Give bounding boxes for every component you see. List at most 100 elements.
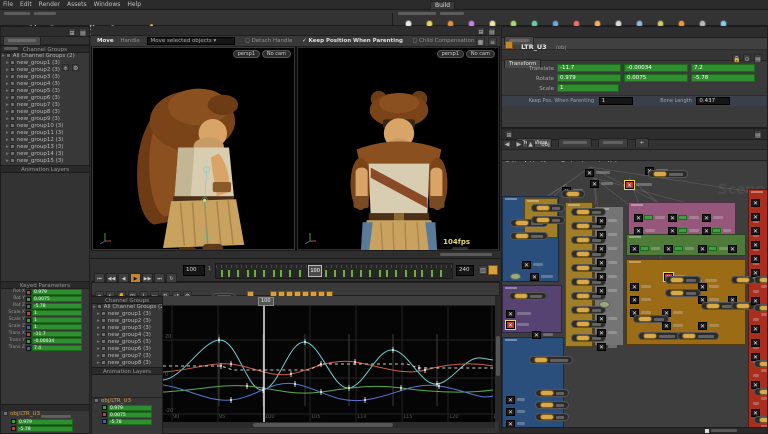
keyframe-tick[interactable]	[334, 270, 336, 277]
channel-row[interactable]: 0.979	[1, 418, 89, 425]
gear-icon[interactable]: ⚙	[72, 64, 79, 72]
no-cam-pill[interactable]: No cam	[261, 50, 291, 58]
network-node[interactable]: ✕	[505, 314, 529, 333]
pin-icon[interactable]: ⊙	[743, 54, 751, 63]
network-node[interactable]: ✕	[590, 173, 613, 192]
tree-item[interactable]: ▸ new_group1 (3)	[92, 311, 162, 318]
keyframe-tick[interactable]	[279, 270, 282, 277]
tree-item[interactable]: ▸ new_group9 (3)	[1, 116, 89, 123]
menu-file[interactable]: File	[3, 1, 13, 8]
keyframe-tick[interactable]	[289, 270, 292, 277]
tab-add[interactable]: +	[634, 138, 650, 147]
network-path[interactable]: obj	[541, 142, 549, 148]
keyframe-tick[interactable]	[440, 270, 443, 277]
tree-item[interactable]: ▸ new_group2 (3)	[92, 318, 162, 325]
network-node[interactable]: ✕	[597, 336, 617, 355]
network-node[interactable]: ✕	[668, 220, 699, 239]
menu-render[interactable]: Render	[39, 1, 60, 8]
tree-item[interactable]: ▸ new_group5 (3)	[92, 339, 162, 346]
keyframe-tick[interactable]	[350, 270, 353, 277]
tree-item[interactable]: ▸ new_group5 (3)	[1, 88, 89, 95]
keyframe-tick[interactable]	[263, 270, 266, 277]
network-node[interactable]	[665, 276, 701, 284]
network-node[interactable]	[510, 232, 548, 240]
keyframe-tick[interactable]	[404, 270, 407, 277]
network-node[interactable]: ✕	[530, 266, 553, 285]
pane-menu-icon[interactable]: ▤	[488, 27, 496, 36]
graph-area[interactable]: 9095100105110115120125200-20	[163, 306, 495, 422]
menu-edit[interactable]: Edit	[20, 1, 32, 8]
network-node[interactable]	[677, 332, 719, 340]
keyframe-tick[interactable]	[246, 270, 249, 277]
keyframe-tick[interactable]	[369, 270, 372, 277]
graph-hscroll[interactable]	[163, 422, 495, 428]
channel-row[interactable]: -5.78	[1, 425, 89, 432]
tree-item[interactable]: ▸ new_group10 (3)	[1, 123, 89, 130]
keyframe-tick[interactable]	[378, 270, 381, 277]
tree-item[interactable]: ▸ new_group8 (3)	[92, 360, 162, 367]
param-field[interactable]: -11.7	[557, 64, 621, 72]
menu-help[interactable]: Help	[127, 1, 141, 8]
param-field[interactable]: 1	[557, 84, 619, 92]
network-node[interactable]: ✕	[698, 238, 728, 257]
tree-item[interactable]: ▸ new_group4 (3)	[1, 81, 89, 88]
network-node[interactable]	[638, 332, 680, 340]
channel-row[interactable]: Trans X -11.7	[1, 331, 89, 338]
keyframe-tick[interactable]	[227, 270, 230, 277]
tree-item[interactable]: ▸ new_group14 (3)	[1, 151, 89, 158]
pane-menu-icon[interactable]: ▤	[754, 54, 762, 63]
toolbar-options-icon[interactable]: ▦	[476, 37, 485, 46]
tree-item[interactable]: ▸ new_group11 (3)	[1, 130, 89, 137]
pane-menu-icon[interactable]: ▤	[79, 28, 87, 37]
channel-value-field[interactable]: -0.00034	[32, 338, 82, 344]
tree-item[interactable]: ▸ new_group13 (3)	[1, 144, 89, 151]
network-node[interactable]: ✕	[702, 220, 731, 239]
network-node[interactable]	[531, 216, 565, 224]
network-node[interactable]	[509, 292, 547, 300]
camera-pill[interactable]: persp1	[232, 50, 260, 58]
keyframe-tick[interactable]	[395, 270, 398, 277]
current-frame-field[interactable]: 100	[183, 265, 205, 276]
tree-item[interactable]: ▸ new_group3 (3)	[1, 74, 89, 81]
viewport-side[interactable]: persp1 No cam	[92, 47, 295, 291]
viewport-front[interactable]: persp1 No cam 104fps	[297, 47, 499, 294]
tree-item[interactable]: ▸ new_group6 (3)	[1, 95, 89, 102]
keyframe-tick[interactable]	[421, 270, 424, 277]
network-node[interactable]	[531, 204, 565, 212]
keyframe-tick[interactable]	[298, 270, 301, 277]
network-canvas[interactable]: Scene ✕ ✕ ✕ ✕ ✕ ✕ ✕ ✕ ✕ ✕ ✕ ✕ ✕ ✕ ✕ ✕ ✕ ✕ ✕ ✕ ✕ ✕ ✕ ✕ ✕ ✕ ✕ ✕ ✕ ✕ ✕ ✕ ✕ ✕…	[502, 162, 767, 427]
network-node[interactable]	[529, 356, 573, 364]
network-node[interactable]	[535, 401, 569, 409]
anim-group-row[interactable]: obj/LTR_U3	[92, 397, 162, 404]
up-icon[interactable]: ▲	[526, 140, 535, 148]
detach-toggle[interactable]: ◻ Detach Handle	[245, 38, 292, 44]
param-field[interactable]: -0.00034	[624, 64, 688, 72]
graph-ruler[interactable]: 100	[163, 296, 495, 306]
channel-value-field[interactable]: 0.0075	[32, 296, 82, 302]
network-node[interactable]	[754, 388, 767, 400]
pane-split-icon[interactable]: ⊞	[68, 28, 76, 37]
timeline-playhead[interactable]: 100	[308, 265, 323, 277]
desktop-selector[interactable]: Build	[430, 1, 456, 10]
channel-row[interactable]: Rot X 0.979	[1, 289, 89, 296]
network-node[interactable]	[535, 413, 569, 421]
network-node[interactable]	[535, 389, 569, 397]
keyframe-tick[interactable]	[253, 270, 256, 277]
keyframe-tick[interactable]	[359, 270, 362, 277]
network-node[interactable]: ✕	[664, 238, 694, 257]
tool-target-dropdown[interactable]: Move selected objects ▾	[147, 36, 236, 45]
toolbar-more-icon[interactable]: ≡	[488, 37, 497, 46]
network-node[interactable]	[510, 266, 521, 285]
channel-row[interactable]: Scale Y1	[1, 317, 89, 324]
range-end-field[interactable]: 240	[456, 265, 474, 276]
channel-row[interactable]: Rot Y 0.0075	[1, 296, 89, 303]
forward-icon[interactable]: ▶	[514, 140, 523, 148]
keyframe-tick[interactable]	[430, 270, 433, 277]
tree-item[interactable]: ▸ new_group6 (3)	[92, 346, 162, 353]
keyframe-tick[interactable]	[414, 270, 417, 277]
pane-grid-icon[interactable]: ⊞	[505, 130, 513, 139]
network-node[interactable]	[754, 360, 767, 372]
network-node[interactable]: ✕	[532, 324, 553, 343]
param-field[interactable]: 0.979	[557, 74, 621, 82]
menu-windows[interactable]: Windows	[94, 1, 121, 8]
